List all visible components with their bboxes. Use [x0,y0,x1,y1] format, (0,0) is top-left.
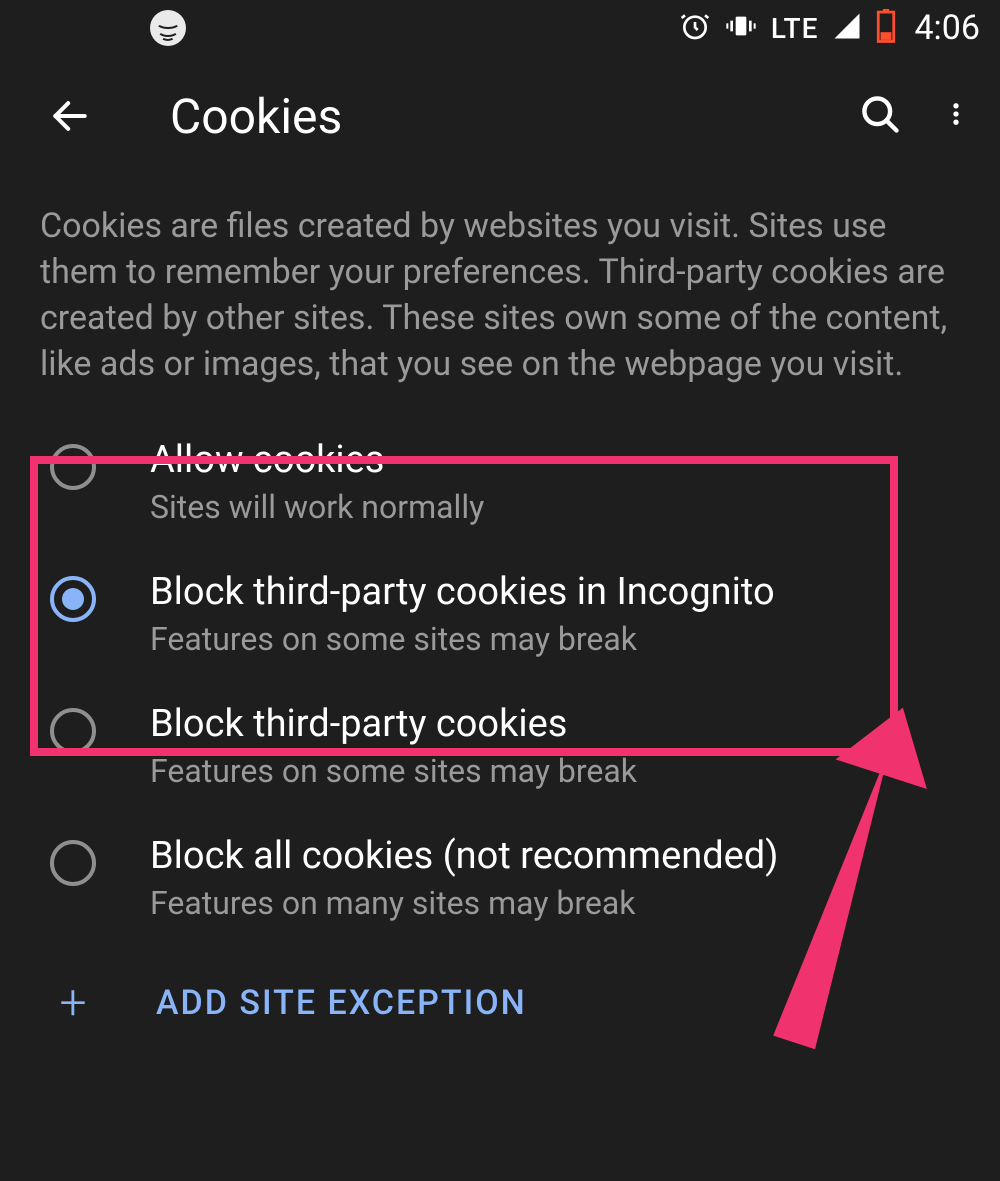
alarm-icon [679,10,711,46]
more-vert-icon [942,92,970,136]
option-subtitle: Features on many sites may break [150,884,778,922]
battery-icon [876,9,896,47]
cookies-description: Cookies are files created by websites yo… [0,176,1000,398]
option-block-all-cookies[interactable]: Block all cookies (not recommended) Feat… [0,812,1000,944]
radio-icon [50,840,96,886]
back-button[interactable] [40,86,100,146]
signal-icon [832,11,862,45]
option-subtitle: Sites will work normally [150,488,484,526]
page-title: Cookies [170,88,858,145]
arrow-left-icon [48,94,92,138]
radio-icon [50,576,96,622]
option-title: Block all cookies (not recommended) [150,834,778,878]
vibrate-icon [725,10,757,46]
search-icon [858,92,902,136]
cookie-options-list: Allow cookies Sites will work normally B… [0,398,1000,944]
option-title: Block third-party cookies [150,702,637,746]
clock-time: 4:06 [914,8,980,48]
option-subtitle: Features on some sites may break [150,620,775,658]
plus-icon: + [50,980,96,1026]
option-subtitle: Features on some sites may break [150,752,637,790]
search-button[interactable] [858,92,902,140]
app-bar: Cookies [0,56,1000,176]
option-allow-cookies[interactable]: Allow cookies Sites will work normally [0,416,1000,548]
option-title: Block third-party cookies in Incognito [150,570,775,614]
option-block-third-party-incognito[interactable]: Block third-party cookies in Incognito F… [0,548,1000,680]
status-bar: LTE 4:06 [0,0,1000,56]
add-site-exception-button[interactable]: + ADD SITE EXCEPTION [0,944,1000,1054]
overflow-menu-button[interactable] [942,92,970,140]
radio-icon [50,708,96,754]
spotify-icon [150,10,186,46]
add-site-exception-label: ADD SITE EXCEPTION [156,983,527,1023]
network-label: LTE [771,12,819,45]
radio-icon [50,444,96,490]
option-title: Allow cookies [150,438,484,482]
option-block-third-party[interactable]: Block third-party cookies Features on so… [0,680,1000,812]
